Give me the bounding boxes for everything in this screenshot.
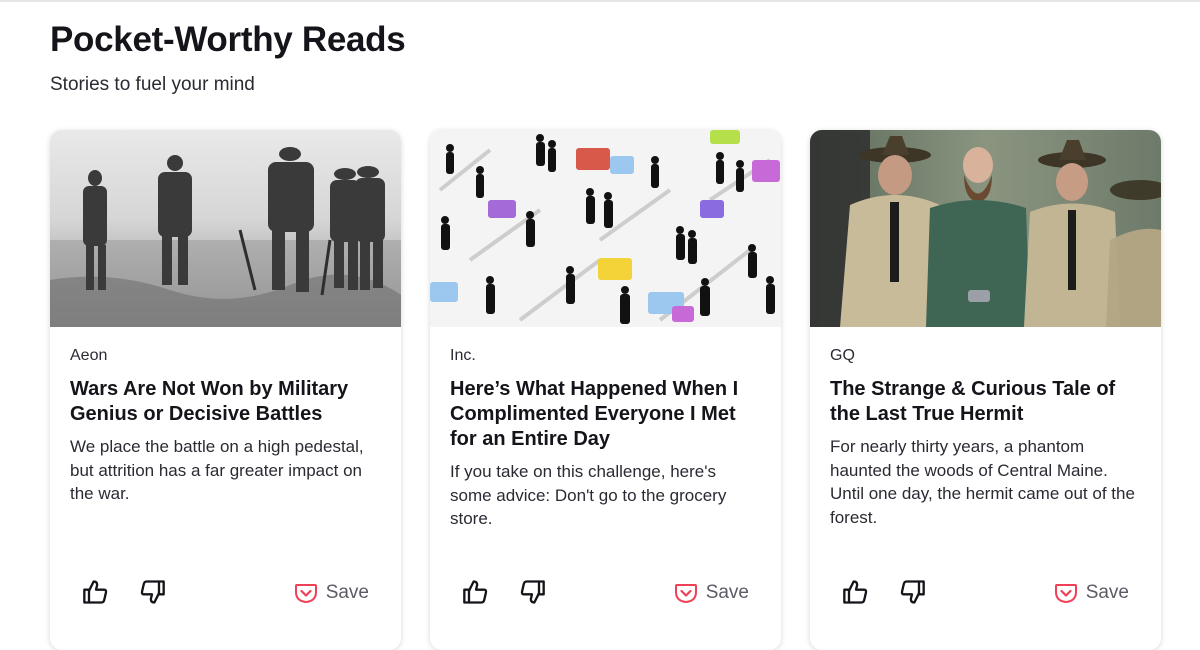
story-card[interactable]: GQ The Strange & Curious Tale of the Las… (810, 130, 1161, 650)
section-title: Pocket-Worthy Reads (50, 20, 406, 59)
story-headline[interactable]: The Strange & Curious Tale of the Last T… (830, 377, 1141, 427)
thumbs-down-button[interactable] (894, 574, 930, 610)
publisher-name: GQ (830, 347, 855, 364)
top-divider (0, 0, 1200, 2)
section-subtitle: Stories to fuel your mind (50, 74, 255, 95)
save-label: Save (705, 582, 749, 603)
publisher-name: Inc. (450, 347, 476, 364)
thumbs-down-icon (520, 580, 545, 604)
story-thumbnail[interactable] (430, 130, 781, 327)
thumbs-up-button[interactable] (838, 574, 874, 610)
story-thumbnail[interactable] (810, 130, 1161, 327)
pocket-icon (1054, 584, 1077, 604)
card-actions: Save (810, 574, 1161, 614)
card-actions: Save (50, 574, 401, 614)
story-excerpt: If you take on this challenge, here's so… (450, 462, 727, 528)
story-headline[interactable]: Here’s What Happened When I Complimented… (450, 377, 761, 452)
thumbs-up-button[interactable] (458, 574, 494, 610)
save-label: Save (325, 582, 369, 603)
story-excerpt: For nearly thirty years, a phantom haunt… (830, 437, 1135, 527)
save-label: Save (1085, 582, 1129, 603)
story-card[interactable]: Inc. Here’s What Happened When I Complim… (430, 130, 781, 650)
thumbs-down-button[interactable] (514, 574, 550, 610)
save-button[interactable]: Save (1054, 578, 1129, 608)
thumbs-down-icon (900, 580, 925, 604)
save-button[interactable]: Save (674, 578, 749, 608)
story-excerpt: We place the battle on a high pedestal, … (70, 437, 364, 503)
story-card[interactable]: Aeon Wars Are Not Won by Military Genius… (50, 130, 401, 650)
thumbs-up-icon (463, 580, 488, 604)
pocket-icon (674, 584, 697, 604)
thumbs-up-icon (843, 580, 868, 604)
thumbs-up-button[interactable] (78, 574, 114, 610)
thumbs-up-icon (83, 580, 108, 604)
story-headline[interactable]: Wars Are Not Won by Military Genius or D… (70, 377, 381, 427)
story-thumbnail[interactable] (50, 130, 401, 327)
save-button[interactable]: Save (294, 578, 369, 608)
thumbs-down-button[interactable] (134, 574, 170, 610)
card-actions: Save (430, 574, 781, 614)
thumbs-down-icon (140, 580, 165, 604)
publisher-name: Aeon (70, 347, 108, 364)
pocket-icon (294, 584, 317, 604)
